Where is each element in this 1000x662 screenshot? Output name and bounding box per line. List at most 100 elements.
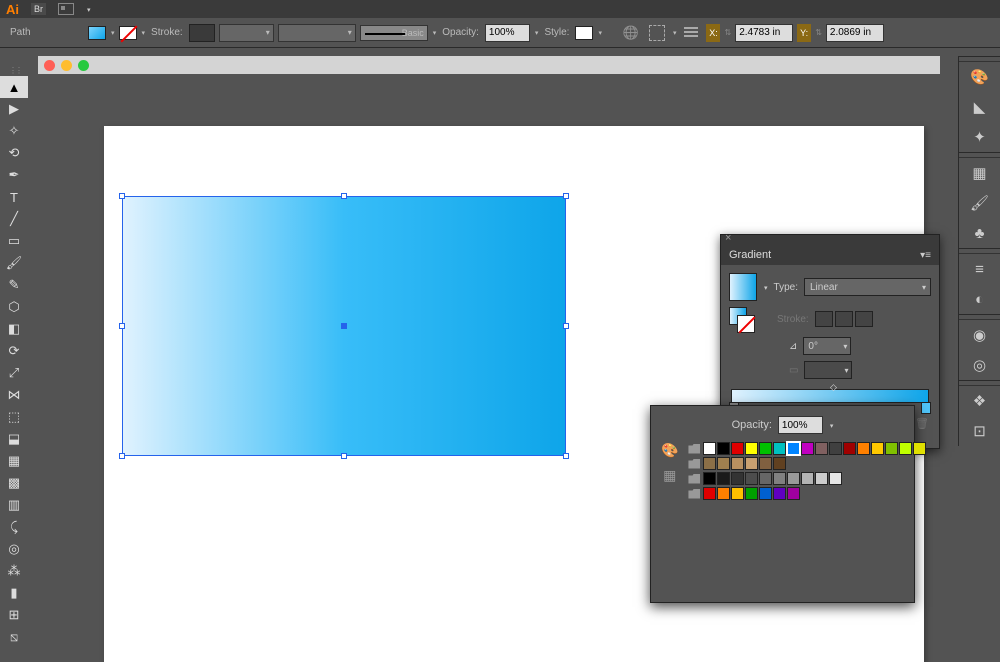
window-close-icon[interactable] [44,60,55,71]
slice-tool[interactable]: ⧅ [0,626,28,648]
gradient-tool[interactable]: ▥ [0,494,28,516]
swatch-cell[interactable] [759,472,772,485]
y-coord-input[interactable] [826,24,884,42]
color-guide-icon[interactable]: ◣ [959,92,1000,122]
type-tool[interactable]: T [0,186,28,208]
recolor-artwork-icon[interactable] [620,23,642,43]
blend-tool[interactable]: ◎ [0,538,28,560]
swatch-cell[interactable] [773,457,786,470]
swatch-cell[interactable] [717,487,730,500]
swatch-cell[interactable] [717,472,730,485]
gradient-panel-icon[interactable]: ◐ [959,284,1000,314]
gradient-stop-right[interactable] [921,402,931,414]
swatch-cell[interactable] [773,442,786,455]
swatch-cell[interactable] [745,457,758,470]
layout-dropdown-icon[interactable] [86,3,91,15]
swatch-cell[interactable] [703,457,716,470]
rotate-tool[interactable]: ⟳ [0,340,28,362]
gradient-preview-swatch[interactable] [729,273,757,301]
panel-grip-icon[interactable] [0,64,30,76]
swatch-cell[interactable] [787,487,800,500]
swatch-cell[interactable] [787,442,800,455]
lasso-tool[interactable]: ⟲ [0,142,28,164]
brushes-panel-icon[interactable]: 🖌 [959,188,1000,218]
kuler-icon[interactable]: ✦ [959,122,1000,152]
swatch-cell[interactable] [731,442,744,455]
stroke-dropdown-icon[interactable] [141,27,146,38]
document-titlebar[interactable] [38,56,940,74]
magic-wand-tool[interactable]: ✧ [0,120,28,142]
blob-brush-tool[interactable]: ⬡ [0,296,28,318]
fill-dropdown-icon[interactable] [110,27,115,38]
line-tool[interactable]: ╱ [0,208,28,230]
folder-icon[interactable] [688,474,700,484]
resize-handle-e[interactable] [563,323,569,329]
folder-icon[interactable] [688,444,700,454]
style-swatch[interactable] [575,26,593,40]
swatch-cell[interactable] [913,442,926,455]
swatch-cell[interactable] [815,472,828,485]
resize-handle-sw[interactable] [119,453,125,459]
swatch-cell[interactable] [717,457,730,470]
resize-handle-nw[interactable] [119,193,125,199]
selection-tool[interactable]: ▲ [0,76,28,98]
swatch-cell[interactable] [703,442,716,455]
selected-rectangle[interactable] [122,196,566,456]
align-panel-icon[interactable] [680,23,702,43]
swatch-cell[interactable] [703,472,716,485]
resize-handle-se[interactable] [563,453,569,459]
width-tool[interactable]: ⋈ [0,384,28,406]
symbol-sprayer-tool[interactable]: ⁂ [0,560,28,582]
gradient-type-dropdown[interactable]: Linear [804,278,931,296]
swatch-cell[interactable] [731,457,744,470]
transform-panel-icon[interactable] [646,23,668,43]
swatch-cell[interactable] [759,487,772,500]
swatch-cell[interactable] [857,442,870,455]
shape-builder-tool[interactable]: ⬓ [0,428,28,450]
rectangle-tool[interactable]: ▭ [0,230,28,252]
swatch-cell[interactable] [759,442,772,455]
panel-collapse-bar[interactable] [721,235,939,245]
swatch-cell[interactable] [801,442,814,455]
direct-selection-tool[interactable]: ▶ [0,98,28,120]
brush-definition-dropdown[interactable] [278,24,356,42]
gradient-panel-title[interactable]: Gradient [729,249,771,261]
folder-icon[interactable] [688,489,700,499]
swatch-cell[interactable] [871,442,884,455]
swatch-cell[interactable] [787,472,800,485]
resize-handle-w[interactable] [119,323,125,329]
gradient-stroke-proxy[interactable] [737,315,755,333]
color-panel-icon[interactable]: 🎨 [959,62,1000,92]
stroke-gradient-along-icon[interactable] [835,311,853,327]
transparency-panel-icon[interactable]: ◉ [959,320,1000,350]
swatch-cell[interactable] [703,487,716,500]
stroke-gradient-across-icon[interactable] [855,311,873,327]
swatch-cell[interactable] [899,442,912,455]
perspective-tool[interactable]: ▦ [0,450,28,472]
layout-switcher-icon[interactable] [58,3,74,15]
stroke-profile-preview[interactable]: Basic [360,25,428,41]
swatch-cell[interactable] [717,442,730,455]
swatch-cell[interactable] [773,487,786,500]
fill-swatch[interactable] [88,26,106,40]
color-mixer-icon[interactable]: 🎨 [661,442,678,459]
style-dropdown-icon[interactable] [597,27,602,38]
resize-handle-s[interactable] [341,453,347,459]
pencil-tool[interactable]: ✎ [0,274,28,296]
gradient-angle-input[interactable]: 0° [803,337,851,355]
stroke-gradient-within-icon[interactable] [815,311,833,327]
swatch-cell[interactable] [745,442,758,455]
opacity-input[interactable] [485,24,530,42]
eraser-tool[interactable]: ◧ [0,318,28,340]
swatch-cell[interactable] [745,487,758,500]
symbols-panel-icon[interactable]: ♣ [959,218,1000,248]
stroke-width-profile-dropdown[interactable] [219,24,274,42]
stroke-profile-dropdown-icon[interactable] [432,27,437,38]
swatch-cell[interactable] [801,472,814,485]
swatches-panel-icon[interactable]: ▦ [959,158,1000,188]
swatch-cell[interactable] [759,457,772,470]
swatch-cell[interactable] [815,442,828,455]
swatch-opacity-dropdown-icon[interactable] [829,419,834,431]
swatch-cell[interactable] [731,472,744,485]
free-transform-tool[interactable]: ⬚ [0,406,28,428]
